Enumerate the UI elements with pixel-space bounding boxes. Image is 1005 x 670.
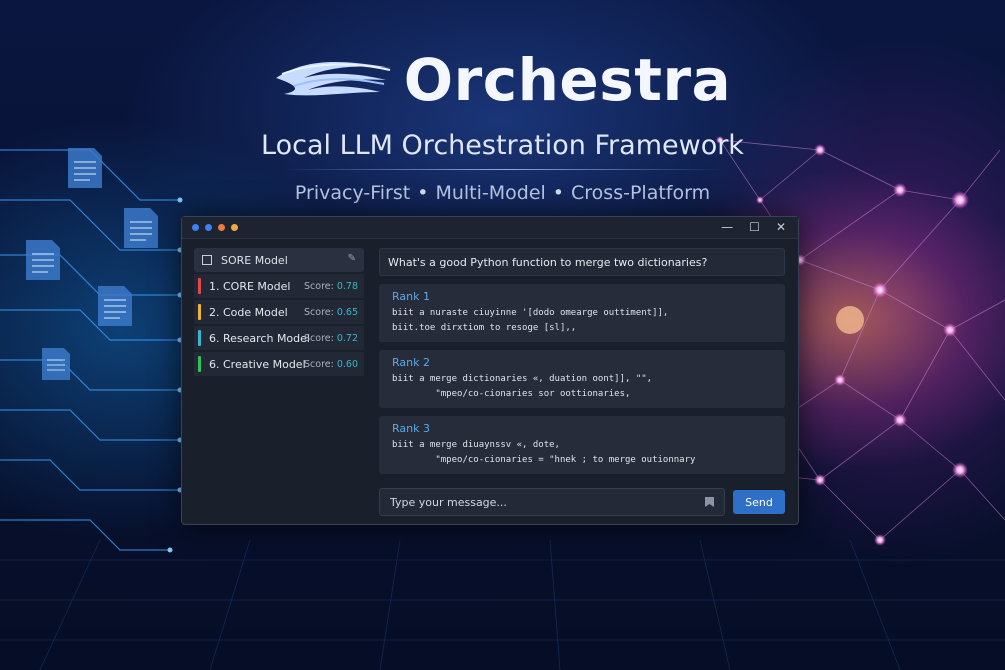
hero-header: Orchestra Local LLM Orchestration Framew…: [0, 40, 1005, 204]
message-composer: Send: [379, 488, 785, 516]
wave-logo-icon: [275, 62, 392, 96]
minimize-icon[interactable]: —: [721, 220, 733, 234]
window-controls: — ☐ ✕: [721, 220, 786, 234]
feature-separator: •: [552, 182, 565, 204]
feature-list: Privacy-First • Multi-Model • Cross-Platform: [0, 182, 1005, 204]
close-icon[interactable]: ✕: [776, 220, 786, 234]
sidebar-item-creative-model[interactable]: 6. Creative Model Score: 0.60: [194, 352, 364, 376]
chat-panel: What's a good Python function to merge t…: [379, 248, 785, 474]
model-label: 6. Research Model: [209, 331, 310, 345]
window-dot-icon[interactable]: [218, 224, 225, 231]
window-dot-icon[interactable]: [192, 224, 199, 231]
model-score: Score: 0.78: [304, 281, 358, 292]
model-label: 6. Creative Model: [209, 357, 306, 371]
code-line: biit a nuraste ciuyinne '[dodo omearge o…: [392, 308, 669, 318]
model-color-bar: [198, 278, 201, 294]
sidebar-item-code-model[interactable]: 2. Code Model Score: 0.65: [194, 300, 364, 324]
send-button[interactable]: Send: [733, 490, 785, 514]
bookmark-icon[interactable]: [705, 497, 714, 507]
model-score: Score: 0.65: [304, 307, 358, 318]
rank-title: Rank 3: [392, 422, 430, 435]
message-input[interactable]: [379, 488, 725, 516]
sidebar-item-core-model[interactable]: 1. CORE Model Score: 0.78: [194, 274, 364, 298]
window-dot-icon[interactable]: [205, 224, 212, 231]
model-label: 2. Code Model: [209, 305, 288, 319]
user-query: What's a good Python function to merge t…: [379, 248, 785, 276]
title-bar: — ☐ ✕: [182, 217, 798, 239]
code-line: biit a merge dictionaries «, duation oon…: [392, 374, 653, 384]
app-window: — ☐ ✕ SORE Model ✎ 1. CORE Model Score: …: [181, 216, 799, 525]
model-color-bar: [198, 304, 201, 320]
code-line: biit.toe dirxtiom to resoge [sl],,: [392, 323, 577, 333]
sidebar-header-label: SORE Model: [221, 253, 288, 267]
model-color-bar: [198, 356, 201, 372]
feature-crossplatform: Cross-Platform: [571, 182, 711, 204]
model-label: 1. CORE Model: [209, 279, 291, 293]
feature-multimodel: Multi-Model: [435, 182, 546, 204]
rank-card-1: Rank 1 biit a nuraste ciuyinne '[dodo om…: [379, 284, 785, 342]
rank-card-2: Rank 2 biit a merge dictionaries «, duat…: [379, 350, 785, 408]
maximize-icon[interactable]: ☐: [749, 220, 760, 234]
sidebar-header[interactable]: SORE Model ✎: [194, 248, 364, 272]
tagline: Local LLM Orchestration Framework: [261, 130, 744, 161]
model-color-bar: [198, 330, 201, 346]
sidebar-item-research-model[interactable]: 6. Research Model Score: 0.72: [194, 326, 364, 350]
code-line: "mpeo/co-cionaries = "hnek ; to merge ou…: [392, 455, 696, 465]
model-score: Score: 0.72: [304, 333, 358, 344]
tagline-divider: [282, 169, 723, 170]
rank-card-3: Rank 3 biit a merge diuaynssv «, dote, "…: [379, 416, 785, 474]
model-sidebar: SORE Model ✎ 1. CORE Model Score: 0.78 2…: [194, 248, 364, 518]
window-dots: [192, 224, 238, 231]
brand: Orchestra: [0, 40, 1005, 120]
rank-title: Rank 1: [392, 290, 430, 303]
edit-icon[interactable]: ✎: [348, 253, 356, 264]
code-line: "mpeo/co-cionaries sor oottionaries,: [392, 389, 631, 399]
feature-separator: •: [417, 182, 429, 204]
rank-title: Rank 2: [392, 356, 430, 369]
feature-privacy: Privacy-First: [294, 182, 411, 204]
model-score: Score: 0.60: [304, 359, 358, 370]
app-title: Orchestra: [403, 46, 732, 114]
code-line: biit a merge diuaynssv «, dote,: [392, 440, 560, 450]
window-dot-icon[interactable]: [231, 224, 238, 231]
checkbox-icon[interactable]: [202, 255, 212, 265]
